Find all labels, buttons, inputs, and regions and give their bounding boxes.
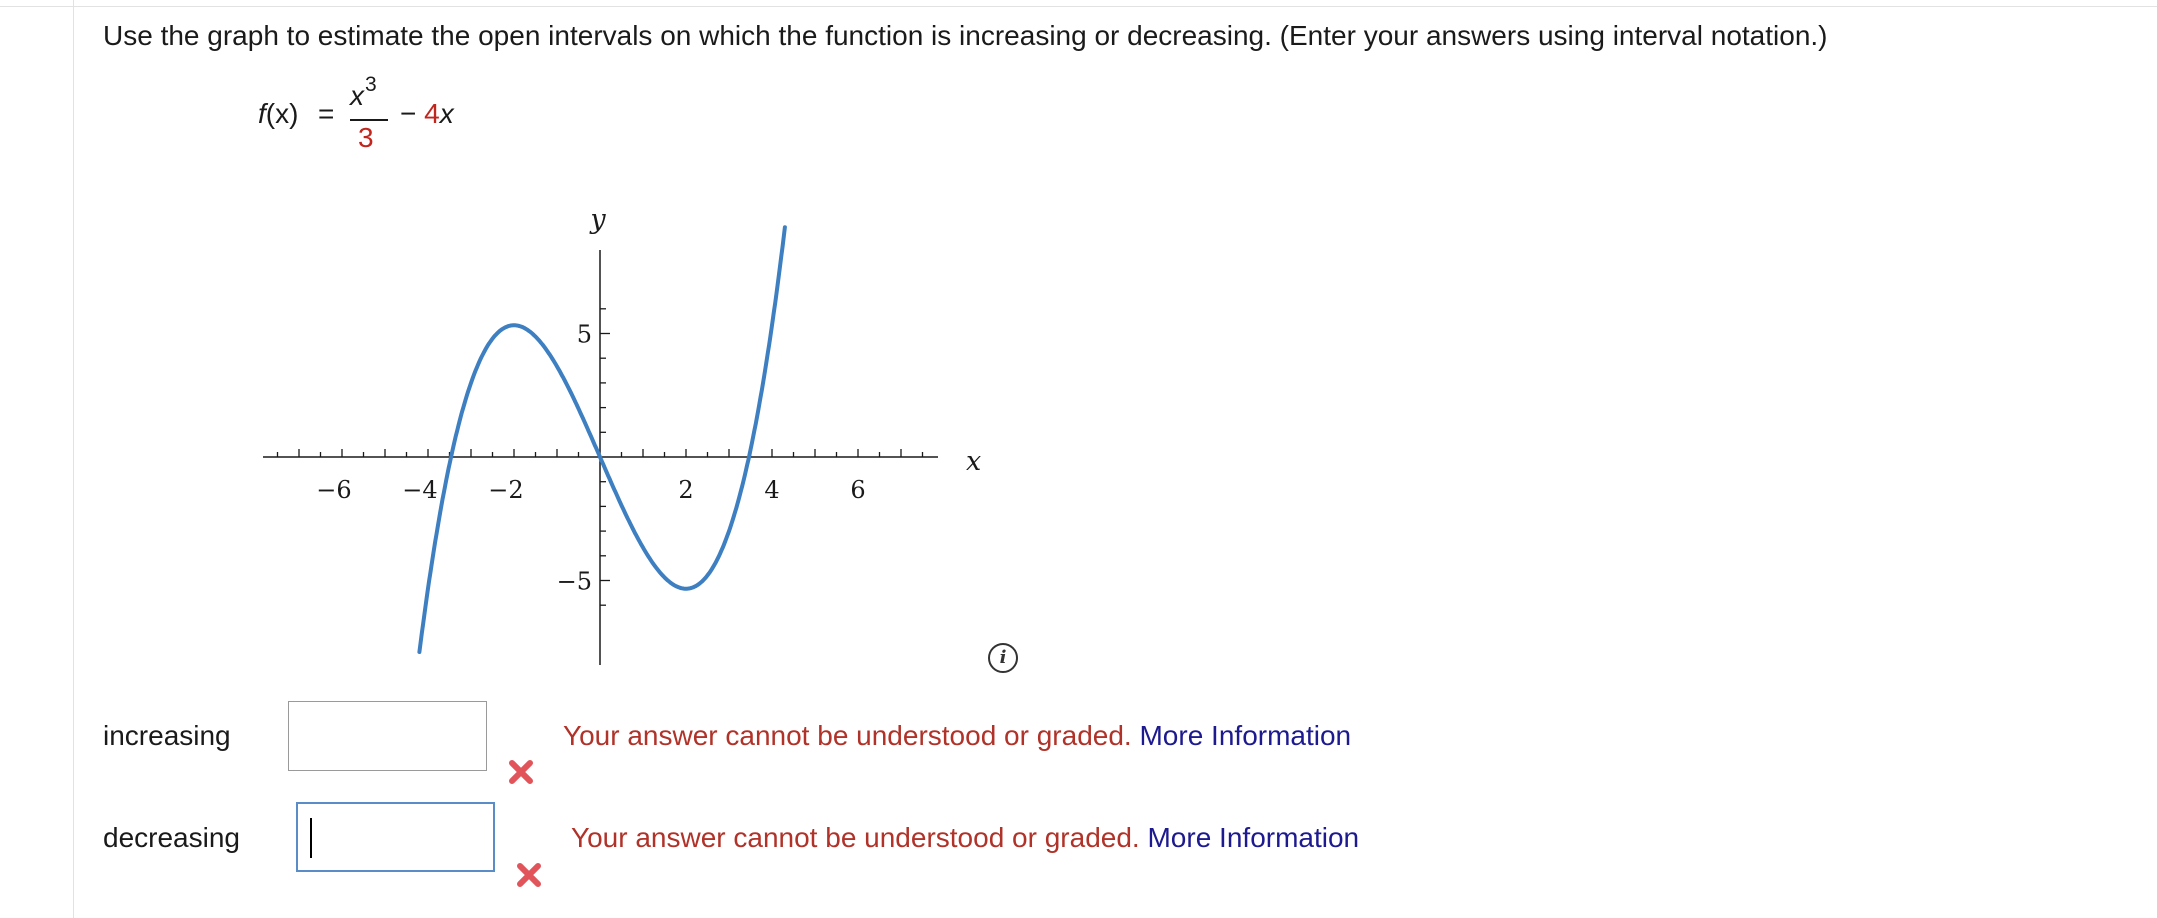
increasing-input[interactable] <box>288 701 487 771</box>
y-tick-label: 5 <box>577 321 592 349</box>
x-tick-label: −4 <box>402 476 437 504</box>
decreasing-feedback-message: Your answer cannot be understood or grad… <box>571 822 1140 853</box>
x-tick-label: 6 <box>850 476 865 504</box>
function-graph: −6 −4 −2 2 4 6 5 −5 x y <box>263 204 981 665</box>
decreasing-more-information-link[interactable]: More Information <box>1147 822 1359 853</box>
increasing-label: increasing <box>103 720 231 751</box>
text-caret <box>310 818 312 858</box>
info-icon[interactable]: i <box>988 643 1018 673</box>
increasing-feedback: Your answer cannot be understood or grad… <box>563 720 1351 752</box>
increasing-feedback-message: Your answer cannot be understood or grad… <box>563 720 1132 751</box>
x-axis-label: x <box>966 446 981 477</box>
x-tick-label: 4 <box>764 476 779 504</box>
increasing-more-information-link[interactable]: More Information <box>1139 720 1351 751</box>
decreasing-feedback: Your answer cannot be understood or grad… <box>571 822 1359 854</box>
decreasing-input[interactable] <box>296 802 495 872</box>
decreasing-label: decreasing <box>103 822 240 853</box>
y-axis-label: y <box>589 204 606 235</box>
x-tick-label: 2 <box>678 476 693 504</box>
function-curve <box>417 225 787 654</box>
x-tick-label: −2 <box>488 476 523 504</box>
y-tick-label: −5 <box>557 568 592 596</box>
x-tick-label: −6 <box>316 476 351 504</box>
decreasing-incorrect-x-mark-icon <box>517 863 541 887</box>
increasing-incorrect-x-mark-icon <box>509 760 533 784</box>
